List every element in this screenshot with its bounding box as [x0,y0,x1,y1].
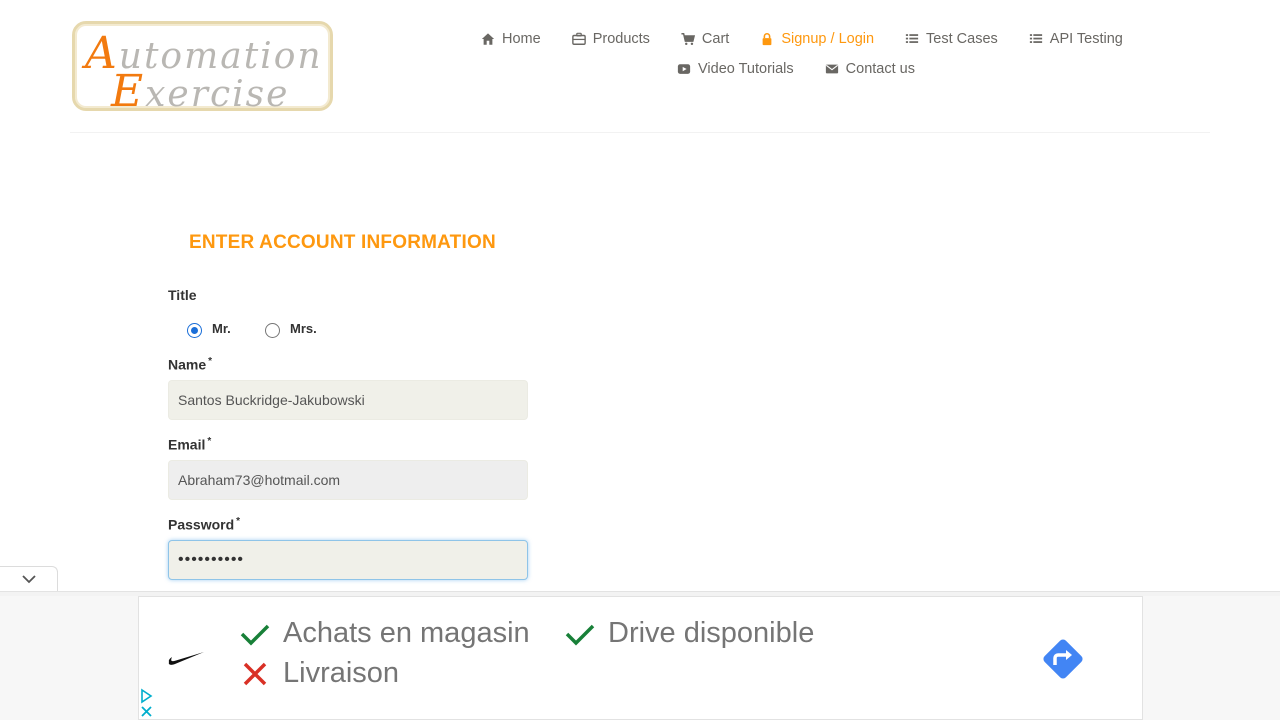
site-header: Automation Exercise Home Products Cart S… [0,0,1280,133]
ad-choices-icon[interactable] [139,688,155,720]
form-heading: ENTER ACCOUNT INFORMATION [189,232,496,253]
check-icon [239,618,271,650]
radio-mr-label: Mr. [212,321,231,336]
ad-content[interactable]: Achats en magasin Drive disponible Livra… [138,596,1143,720]
header-divider [70,132,1210,133]
nav-test-cases[interactable]: Test Cases [904,31,998,47]
ad-item-drive-label: Drive disponible [608,617,815,649]
list-icon [1028,31,1044,47]
youtube-play-icon [676,61,692,77]
envelope-icon [824,61,840,77]
main-nav-row-2: Video Tutorials Contact us [676,61,945,77]
ad-item-delivery: Livraison [239,657,399,690]
lock-icon [759,31,775,47]
ad-item-store-label: Achats en magasin [283,617,530,649]
nav-signup-login[interactable]: Signup / Login [759,31,874,47]
chevron-down-icon [21,571,37,589]
nav-home[interactable]: Home [480,31,541,47]
password-label: Password * [168,516,241,533]
nav-products[interactable]: Products [571,31,650,47]
email-label: Email * [168,436,212,453]
check-icon [564,618,596,650]
nav-contact-us[interactable]: Contact us [824,61,915,77]
email-input[interactable]: Abraham73@hotmail.com [168,460,528,500]
briefcase-icon [571,31,587,47]
name-input[interactable]: Santos Buckridge-Jakubowski [168,380,528,420]
radio-mrs-label: Mrs. [290,321,317,336]
nav-api-testing-label: API Testing [1049,31,1123,47]
nav-signup-login-label: Signup / Login [781,31,875,47]
ad-item-drive: Drive disponible [564,617,814,650]
site-logo[interactable]: Automation Exercise [72,21,333,117]
nav-contact-us-label: Contact us [845,61,915,77]
ad-item-store: Achats en magasin [239,617,530,650]
nav-api-testing[interactable]: API Testing [1028,31,1123,47]
name-label: Name * [168,356,213,373]
ad-collapse-button[interactable] [0,566,58,592]
main-nav-row-1: Home Products Cart Signup / Login Test C… [480,31,1153,47]
ad-item-delivery-label: Livraison [283,657,400,689]
title-label: Title [168,287,197,303]
title-mr-option[interactable]: Mr. [187,321,231,338]
password-input-value: •••••••••• [178,551,245,568]
password-input[interactable]: •••••••••• [168,540,528,580]
nav-cart[interactable]: Cart [680,31,729,47]
nav-video-tutorials-label: Video Tutorials [698,61,794,77]
directions-icon[interactable] [1039,635,1087,683]
title-mrs-option[interactable]: Mrs. [265,321,317,338]
nav-products-label: Products [592,31,650,47]
cart-icon [680,31,696,47]
nav-home-label: Home [502,31,541,47]
email-input-value: Abraham73@hotmail.com [178,472,341,488]
cross-icon [239,658,271,690]
name-input-value: Santos Buckridge-Jakubowski [178,392,365,408]
nav-video-tutorials[interactable]: Video Tutorials [676,61,794,77]
ad-banner: Achats en magasin Drive disponible Livra… [0,596,1280,720]
nav-cart-label: Cart [701,31,730,47]
nav-test-cases-label: Test Cases [926,31,998,47]
nike-swoosh-icon [167,647,205,667]
logo-line-2: Exercise [111,66,290,117]
radio-mr[interactable] [187,323,202,338]
radio-mrs[interactable] [265,323,280,338]
list-icon [904,31,920,47]
home-icon [480,31,496,47]
